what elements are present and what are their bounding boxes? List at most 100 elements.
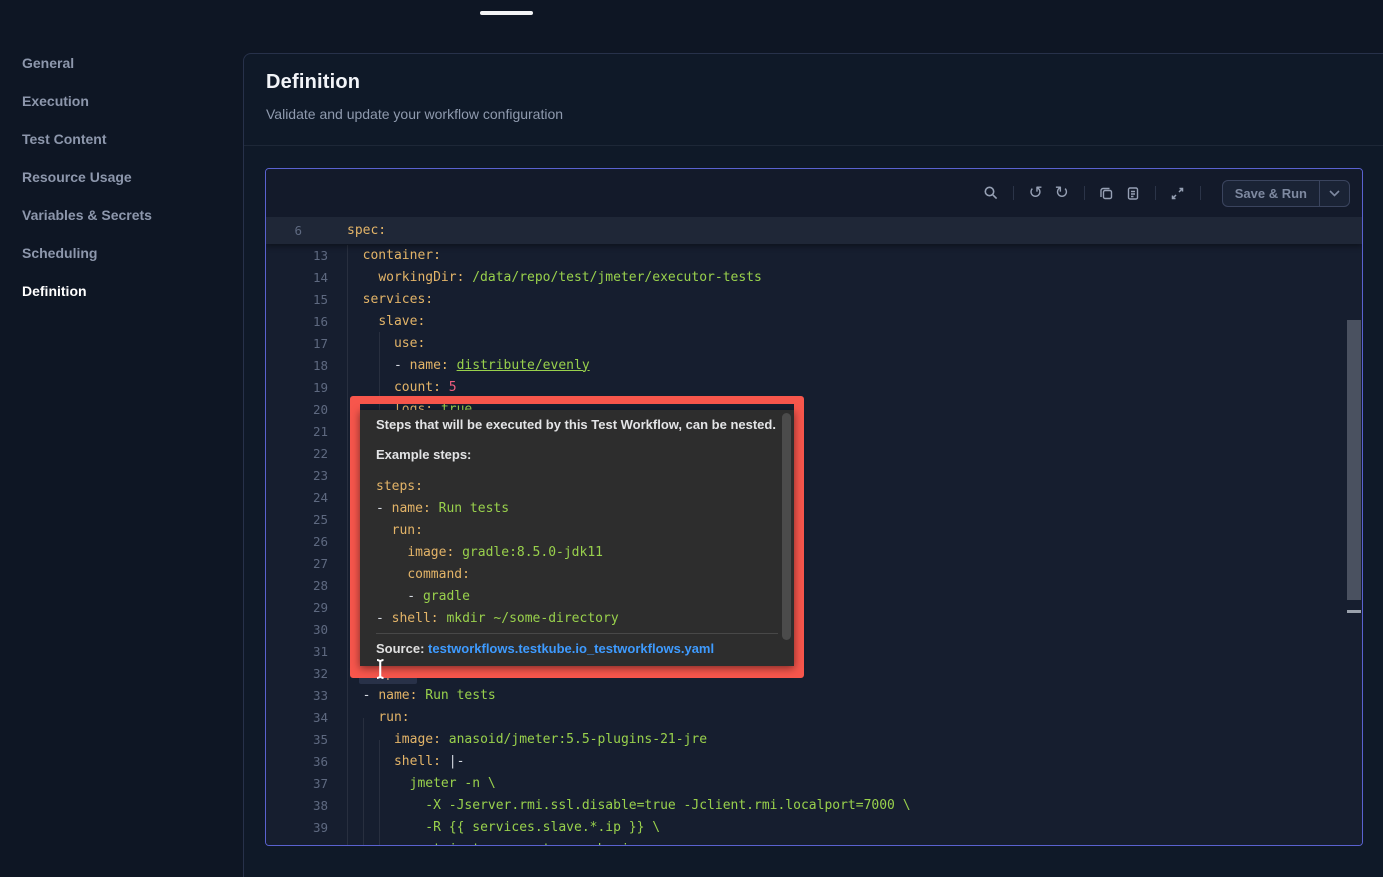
code-line[interactable]: 39 -R {{ services.slave.*.ip }} \ (266, 816, 1362, 838)
line-number: 30 (266, 622, 328, 637)
line-number: 37 (266, 776, 328, 791)
sidebar-item-variables-secrets[interactable]: Variables & Secrets (0, 196, 243, 234)
code-text: slave: (328, 314, 425, 329)
code-line[interactable]: 14 workingDir: /data/repo/test/jmeter/ex… (266, 266, 1362, 288)
sidebar-item-test-content[interactable]: Test Content (0, 120, 243, 158)
toolbar-divider (1013, 186, 1014, 200)
tooltip-code-block: steps:- name: Run tests run: image: grad… (376, 476, 778, 630)
code-text: use: (328, 336, 425, 351)
line-number: 36 (266, 754, 328, 769)
tooltip-scrollbar[interactable] (782, 413, 791, 640)
indent-guide (347, 245, 348, 845)
toolbar-divider (1200, 186, 1201, 200)
line-number: 20 (266, 402, 328, 417)
page-subtitle: Validate and update your workflow config… (266, 106, 1361, 122)
line-number: 18 (266, 358, 328, 373)
sidebar-item-resource-usage[interactable]: Resource Usage (0, 158, 243, 196)
copy-icon[interactable] (1094, 181, 1120, 205)
code-text: run: (328, 710, 410, 725)
line-number: 16 (266, 314, 328, 329)
code-line[interactable]: 34 run: (266, 706, 1362, 728)
sidebar-item-general[interactable]: General (0, 44, 243, 82)
line-number: 27 (266, 556, 328, 571)
line-number: 6 (266, 223, 302, 238)
code-text: workingDir: /data/repo/test/jmeter/execu… (328, 270, 762, 285)
file-text-icon[interactable] (1120, 181, 1146, 205)
code-text: -t jmeter-executor-smoke.jmx (328, 842, 644, 846)
line-number: 22 (266, 446, 328, 461)
save-run-button[interactable]: Save & Run (1222, 180, 1350, 207)
line-number: 17 (266, 336, 328, 351)
editor-scrollbar[interactable] (1347, 320, 1361, 600)
code-line[interactable]: 19 count: 5 (266, 376, 1362, 398)
code-text: spec: (302, 223, 386, 238)
tooltip-example-label: Example steps: (376, 446, 778, 464)
toolbar-divider (1084, 186, 1085, 200)
hover-tooltip: Steps that will be executed by this Test… (360, 410, 794, 666)
save-run-label[interactable]: Save & Run (1223, 186, 1319, 201)
tooltip-code-line: run: (376, 520, 778, 542)
line-number: 32 (266, 666, 328, 681)
code-text: - name: distribute/evenly (328, 358, 590, 373)
redo-icon[interactable]: ↻ (1049, 181, 1075, 205)
line-number: 39 (266, 820, 328, 835)
line-number: 38 (266, 798, 328, 813)
scrollbar-cursor-marker (1347, 610, 1361, 613)
tooltip-code-line: image: gradle:8.5.0-jdk11 (376, 542, 778, 564)
tooltip-heading: Steps that will be executed by this Test… (376, 416, 778, 434)
line-number: 23 (266, 468, 328, 483)
toolbar-divider (1155, 186, 1156, 200)
tooltip-code-line: steps: (376, 476, 778, 498)
line-number: 33 (266, 688, 328, 703)
active-tab-indicator (480, 11, 533, 15)
sidebar-item-scheduling[interactable]: Scheduling (0, 234, 243, 272)
page-title: Definition (266, 71, 1361, 94)
code-text: shell: |- (328, 754, 464, 769)
code-line[interactable]: 33 - name: Run tests (266, 684, 1362, 706)
text-cursor-pointer (374, 658, 388, 680)
panel-header: Definition Validate and update your work… (244, 54, 1383, 146)
highlight-frame: Steps that will be executed by this Test… (350, 396, 804, 678)
line-number: 34 (266, 710, 328, 725)
sidebar-item-definition[interactable]: Definition (0, 272, 243, 310)
code-line[interactable]: 35 image: anasoid/jmeter:5.5-plugins-21-… (266, 728, 1362, 750)
code-line[interactable]: 18 - name: distribute/evenly (266, 354, 1362, 376)
line-number: 40 (266, 842, 328, 846)
code-text: container: (328, 248, 441, 263)
page: GeneralExecutionTest ContentResource Usa… (0, 0, 1383, 877)
line-number: 25 (266, 512, 328, 527)
tooltip-source-row: Source: testworkflows.testkube.io_testwo… (376, 633, 778, 658)
line-number: 31 (266, 644, 328, 659)
search-icon[interactable] (978, 181, 1004, 205)
editor-toolbar: ↺ ↻ (266, 169, 1362, 217)
line-number: 28 (266, 578, 328, 593)
code-text: -R {{ services.slave.*.ip }} \ (328, 820, 660, 835)
line-number: 15 (266, 292, 328, 307)
sticky-line[interactable]: 6spec: (266, 217, 1362, 244)
line-number: 29 (266, 600, 328, 615)
code-line[interactable]: 15 services: (266, 288, 1362, 310)
code-line[interactable]: 16 slave: (266, 310, 1362, 332)
code-line[interactable]: 13 container: (266, 244, 1362, 266)
tooltip-code-line: - name: Run tests (376, 498, 778, 520)
line-number: 24 (266, 490, 328, 505)
code-line[interactable]: 17 use: (266, 332, 1362, 354)
code-line[interactable]: 37 jmeter -n \ (266, 772, 1362, 794)
line-number: 19 (266, 380, 328, 395)
sidebar: GeneralExecutionTest ContentResource Usa… (0, 44, 243, 310)
tooltip-code-line: - gradle (376, 586, 778, 608)
tooltip-source-link[interactable]: testworkflows.testkube.io_testworkflows.… (428, 641, 714, 656)
code-line[interactable]: 38 -X -Jserver.rmi.ssl.disable=true -Jcl… (266, 794, 1362, 816)
chevron-down-icon[interactable] (1320, 190, 1349, 197)
tooltip-code-line: command: (376, 564, 778, 586)
code-line[interactable]: 36 shell: |- (266, 750, 1362, 772)
tooltip-code-line: - shell: mkdir ~/some-directory (376, 608, 778, 630)
undo-icon[interactable]: ↺ (1023, 181, 1049, 205)
code-line[interactable]: 40 -t jmeter-executor-smoke.jmx (266, 838, 1362, 845)
sidebar-item-execution[interactable]: Execution (0, 82, 243, 120)
expand-icon[interactable] (1165, 181, 1191, 205)
code-text: services: (328, 292, 433, 307)
code-text: jmeter -n \ (328, 776, 496, 791)
line-number: 35 (266, 732, 328, 747)
indent-guide (363, 718, 364, 845)
